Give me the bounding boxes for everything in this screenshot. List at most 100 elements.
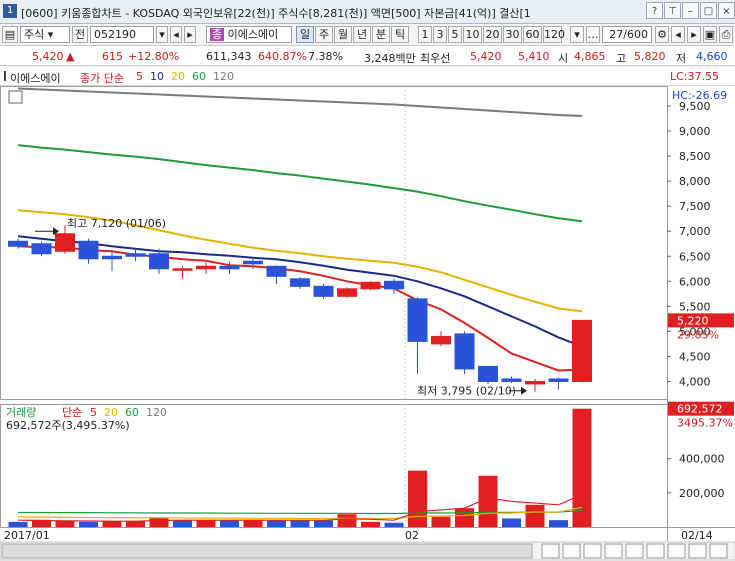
volume-bar-15	[361, 521, 380, 527]
capture-icon[interactable]	[688, 543, 707, 559]
candle-6	[149, 253, 169, 270]
volume-legend-indicator: 단순	[62, 406, 82, 419]
save-icon[interactable]: ▣	[703, 26, 717, 43]
interval-20[interactable]: 20	[483, 26, 502, 43]
candle-15	[360, 281, 381, 290]
open-label: 시	[558, 52, 569, 65]
chart-toolbar: ▤ 주식 ▾ 전 052190 ▾ ◂ ▸ 종 이에스에이 ▾ … 27/600…	[0, 24, 735, 46]
period-tab-5[interactable]: 틱	[391, 26, 409, 43]
volume-bar-16	[384, 522, 404, 527]
interval-dropdown-icon[interactable]: ▾	[570, 26, 584, 43]
low-label: 저	[676, 52, 687, 65]
fit-icon[interactable]	[646, 543, 665, 559]
stock-code-input[interactable]: 052190	[90, 26, 154, 43]
interval-10[interactable]: 10	[463, 26, 482, 43]
volume-bar-11	[267, 520, 286, 527]
search-icon[interactable]: ◂	[170, 26, 182, 43]
minimize-icon[interactable]: –	[682, 2, 699, 19]
legend-ma-10: 10	[150, 70, 164, 83]
legend-grip-icon	[4, 71, 6, 81]
zoom-in-icon[interactable]	[541, 543, 560, 559]
window-title: [0600] 키움종합차트 - KOSDAQ 외국인보유[22(천)] 주식수[…	[21, 7, 531, 20]
price-tick-label-9000: 9,000	[679, 125, 711, 138]
menu-icon[interactable]: ▤	[2, 26, 18, 43]
scroll-left-icon[interactable]	[604, 543, 623, 559]
period-tab-4[interactable]: 분	[372, 26, 390, 43]
arrow-left-icon[interactable]: ◂	[671, 26, 685, 43]
candle-12	[290, 278, 310, 287]
interval-60[interactable]: 60	[523, 26, 542, 43]
interval-120[interactable]: 120	[543, 26, 565, 43]
more-icon[interactable]: …	[586, 26, 600, 43]
low-price: 4,660	[696, 50, 728, 63]
volume-bar-6	[149, 517, 169, 527]
volume-bar-12	[290, 520, 310, 527]
arrow-right-icon[interactable]: ▸	[687, 26, 701, 43]
legend-ma-60: 60	[192, 70, 206, 83]
last-volume-label: 692,572	[677, 403, 723, 416]
title-buttons: ? ⊤ – □ ×	[645, 2, 735, 22]
help-icon[interactable]: ?	[646, 2, 663, 19]
interval-5[interactable]: 5	[448, 26, 462, 43]
scroll-right-icon[interactable]	[625, 543, 644, 559]
period-tab-0[interactable]: 일	[296, 26, 314, 43]
candle-0	[8, 240, 28, 247]
interval-3[interactable]: 3	[433, 26, 447, 43]
x-label-start: 2017/01	[4, 529, 50, 542]
scrollbar-thumb[interactable]	[1, 543, 533, 559]
period-tab-1[interactable]: 주	[315, 26, 333, 43]
legend-bar: 이에스에이 종가 단순 5 10 20 60 120 LC:37.55	[0, 66, 735, 86]
price-change: 615	[102, 50, 123, 63]
reset-icon[interactable]	[583, 543, 602, 559]
print-icon[interactable]: ⎙	[719, 26, 733, 43]
volume-bar-22	[525, 504, 545, 527]
price-tick-label-7000: 7,000	[679, 225, 711, 238]
volume-ratio: 640.87%	[258, 50, 307, 63]
expand-icon[interactable]	[709, 543, 728, 559]
stock-tag-icon: 종	[210, 28, 225, 41]
volume-legend-ma-120: 120	[146, 406, 167, 419]
high-annotation: 최고 7,120 (01/06)	[67, 217, 166, 230]
candle-8	[196, 265, 216, 270]
volume-bar-23	[549, 520, 568, 527]
candle-21	[501, 378, 522, 382]
legend-ma-5: 5	[136, 70, 143, 83]
candle-19	[454, 333, 475, 370]
volume-bar-18	[431, 516, 451, 527]
settings-icon[interactable]: ⚙	[655, 26, 669, 43]
high-price: 5,820	[634, 50, 666, 63]
price-tick-label-4500: 4,500	[679, 350, 711, 363]
next-icon[interactable]: ▸	[184, 26, 196, 43]
code-dropdown-icon[interactable]: ▾	[156, 26, 168, 43]
turnover: 7.38%	[308, 50, 343, 63]
trade-amount: 3,248백만	[364, 52, 416, 65]
volume-legend-ma-5: 5	[90, 406, 97, 419]
volume-info: 692,572주(3,495.37%)	[6, 419, 130, 432]
price-tick-label-9500: 9,500	[679, 100, 711, 113]
candle-13	[313, 285, 334, 297]
price-tick-label-6000: 6,000	[679, 275, 711, 288]
lc-label: LC:37.55	[670, 70, 720, 83]
period-tab-2[interactable]: 월	[334, 26, 352, 43]
period-tab-3[interactable]: 년	[353, 26, 371, 43]
count-field[interactable]: 27/600	[602, 26, 652, 43]
candle-24	[572, 319, 592, 382]
candle-22	[525, 380, 545, 385]
bid-price: 5,410	[518, 50, 550, 63]
interval-1[interactable]: 1	[418, 26, 432, 43]
prev-button[interactable]: 전	[72, 26, 88, 43]
volume-bar-17	[408, 470, 427, 527]
volume-bar-4	[102, 521, 122, 527]
config-icon[interactable]	[667, 543, 686, 559]
candle-2	[55, 233, 75, 252]
zoom-out-icon[interactable]	[562, 543, 581, 559]
interval-30[interactable]: 30	[503, 26, 522, 43]
pin-icon[interactable]: ⊤	[664, 2, 681, 19]
maximize-icon[interactable]: □	[700, 2, 717, 19]
x-label-month: 02	[405, 529, 419, 542]
change-percent: +12.80%	[128, 50, 180, 63]
open-price: 4,865	[574, 50, 606, 63]
volume-bar-8	[196, 520, 216, 527]
close-icon[interactable]: ×	[718, 2, 735, 19]
market-select[interactable]: 주식 ▾	[20, 26, 70, 43]
